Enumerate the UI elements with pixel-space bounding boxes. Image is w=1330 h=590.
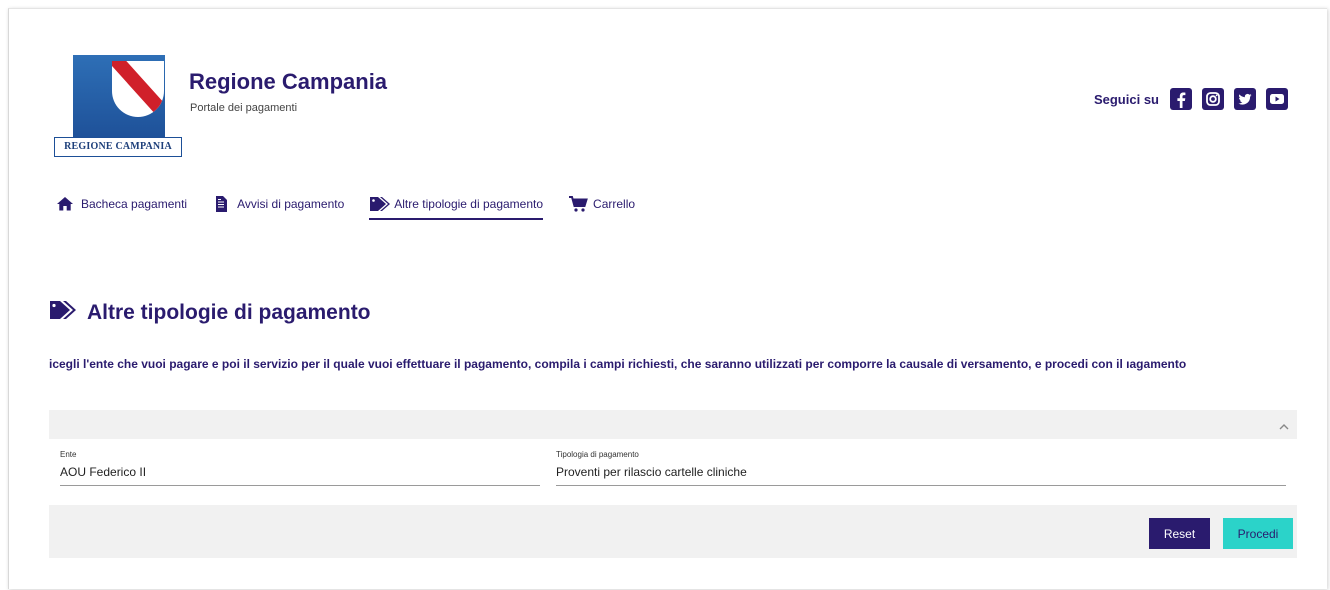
nav-item-altre-tipologie[interactable]: Altre tipologie di pagamento (369, 195, 544, 220)
nav-label: Altre tipologie di pagamento (394, 197, 544, 211)
page-frame: REGIONE CAMPANIA Regione Campania Portal… (8, 8, 1327, 589)
page-title-text: Altre tipologie di pagamento (87, 301, 371, 324)
logo-caption: REGIONE CAMPANIA (54, 137, 182, 157)
document-icon (212, 195, 230, 213)
ente-field[interactable]: Ente AOU Federico II (60, 450, 540, 486)
home-icon (56, 195, 74, 213)
procedi-button[interactable]: Procedi (1223, 518, 1293, 549)
payment-form-panel: Ente AOU Federico II Tipologia di pagame… (49, 410, 1297, 558)
facebook-icon[interactable] (1169, 87, 1193, 111)
nav-item-carrello[interactable]: Carrello (568, 195, 635, 220)
nav-item-avvisi[interactable]: Avvisi di pagamento (212, 195, 344, 220)
form-fields: Ente AOU Federico II Tipologia di pagame… (49, 439, 1297, 505)
site-subtitle: Portale dei pagamenti (190, 102, 298, 114)
instagram-icon[interactable] (1201, 87, 1225, 111)
nav-label: Avvisi di pagamento (237, 197, 345, 211)
page-title: Altre tipologie di pagamento (49, 299, 371, 327)
ente-label: Ente (60, 450, 77, 459)
cart-icon (568, 195, 588, 213)
social-label: Seguici su (1093, 91, 1159, 107)
main-nav: Bacheca pagamenti Avvisi di pagamento Al… (56, 195, 660, 220)
tipologia-select[interactable]: Proventi per rilascio cartelle cliniche (556, 465, 1286, 486)
nav-label: Bacheca pagamenti (81, 197, 188, 211)
nav-item-bacheca[interactable]: Bacheca pagamenti (56, 195, 187, 220)
tipologia-label: Tipologia di pagamento (556, 450, 639, 459)
chevron-up-icon[interactable] (1277, 420, 1291, 434)
youtube-icon[interactable] (1265, 87, 1289, 111)
region-logo[interactable]: REGIONE CAMPANIA (54, 55, 184, 165)
nav-label: Carrello (593, 197, 636, 211)
tipologia-field[interactable]: Tipologia di pagamento Proventi per rila… (556, 450, 1286, 486)
tags-icon (369, 195, 391, 213)
logo-emblem (73, 55, 165, 143)
tags-icon (49, 299, 77, 327)
site-title: Regione Campania (189, 69, 388, 94)
ente-select[interactable]: AOU Federico II (60, 465, 540, 486)
social-links: Seguici su (1094, 87, 1289, 111)
twitter-icon[interactable] (1233, 87, 1257, 111)
intro-text: icegli l'ente che vuoi pagare e poi il s… (49, 357, 1187, 371)
shield-icon (112, 61, 164, 117)
reset-button[interactable]: Reset (1149, 518, 1210, 549)
